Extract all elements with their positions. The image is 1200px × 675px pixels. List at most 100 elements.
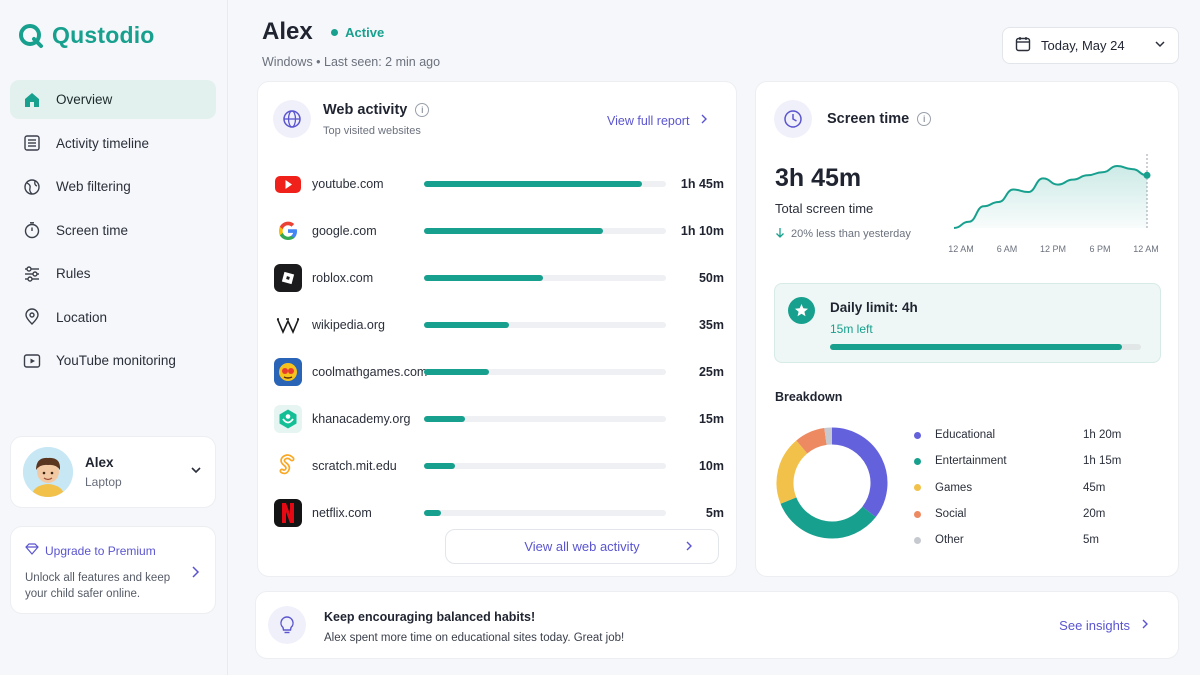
- list-item[interactable]: youtube.com 1h 45m: [274, 160, 724, 207]
- site-time: 25m: [698, 364, 724, 379]
- site-time: 5m: [705, 505, 724, 520]
- total-screen-time-label: Total screen time: [775, 201, 874, 216]
- upgrade-premium-card[interactable]: Upgrade to Premium Unlock all features a…: [10, 526, 216, 614]
- site-name: coolmathgames.com: [312, 364, 428, 379]
- sidebar-item-youtube-monitoring[interactable]: YouTube monitoring: [10, 341, 216, 380]
- sidebar: Qustodio Overview Activity timeline Web …: [0, 0, 228, 675]
- status-dot-icon: [331, 28, 339, 36]
- site-usage-bar: [424, 321, 666, 328]
- youtube-icon: [274, 170, 302, 198]
- view-full-report-link[interactable]: View full report: [607, 113, 709, 128]
- location-pin-icon: [22, 307, 42, 327]
- roblox-icon: [274, 263, 302, 292]
- daily-limit-title: Daily limit: 4h: [830, 300, 918, 315]
- list-item[interactable]: google.com 1h 10m: [274, 207, 724, 254]
- legend-swatch: [914, 484, 921, 492]
- screen-time-title: Screen time i: [827, 111, 932, 127]
- scratch-icon: [274, 452, 302, 480]
- clock-icon: [774, 100, 812, 138]
- legend-swatch: [914, 510, 921, 518]
- sidebar-item-rules[interactable]: Rules: [10, 254, 216, 293]
- site-usage-fill: [424, 415, 466, 422]
- wikipedia-icon: [274, 311, 302, 339]
- sidebar-item-label: Web filtering: [56, 179, 131, 194]
- legend-swatch: [914, 536, 921, 544]
- sidebar-item-activity-timeline[interactable]: Activity timeline: [10, 124, 216, 163]
- site-usage-fill: [424, 368, 490, 375]
- site-time: 50m: [698, 270, 724, 285]
- list-item[interactable]: khanacademy.org 15m: [274, 395, 724, 442]
- area-fill: [954, 166, 1147, 228]
- sidebar-item-label: Location: [56, 309, 108, 325]
- site-name: roblox.com: [312, 270, 374, 285]
- donut-slice-entertainment: [780, 497, 876, 539]
- legend-label: Social: [935, 508, 967, 521]
- info-icon[interactable]: i: [917, 112, 932, 126]
- legend-value: 45m: [1083, 481, 1106, 494]
- legend-item: Entertainment 1h 15m: [914, 448, 1144, 474]
- site-usage-fill: [424, 462, 456, 469]
- legend-label: Educational: [935, 429, 996, 442]
- calendar-icon: [1015, 36, 1031, 55]
- screen-time-title-text: Screen time: [827, 111, 910, 127]
- diamond-icon: [25, 543, 39, 558]
- daily-limit-remaining: 15m left: [830, 322, 873, 336]
- legend-item: Other 5m: [914, 527, 1144, 553]
- site-time: 15m: [698, 411, 724, 426]
- site-usage-bar: [424, 462, 666, 469]
- x-tick-label: 6 PM: [1089, 244, 1110, 254]
- view-full-report-label: View full report: [607, 113, 690, 128]
- list-item[interactable]: scratch.mit.edu 10m: [274, 442, 724, 489]
- legend-item: Games 45m: [914, 475, 1144, 501]
- breakdown-donut-chart: [776, 427, 888, 539]
- logo[interactable]: Qustodio: [18, 22, 155, 49]
- info-icon[interactable]: i: [415, 103, 430, 117]
- list-item[interactable]: wikipedia.org 35m: [274, 301, 724, 348]
- site-usage-bar: [424, 274, 666, 281]
- x-tick-label: 12 AM: [948, 244, 974, 254]
- site-name: youtube.com: [312, 176, 384, 191]
- chevron-down-icon: [1154, 38, 1166, 53]
- site-usage-fill: [424, 227, 604, 234]
- x-tick-label: 12 PM: [1040, 244, 1066, 254]
- sliders-icon: [22, 264, 42, 284]
- page-title: Alex: [262, 18, 313, 45]
- site-name: netflix.com: [312, 505, 372, 520]
- site-usage-fill: [424, 509, 441, 516]
- view-all-web-activity-button[interactable]: View all web activity: [445, 529, 719, 564]
- tip-text: Alex spent more time on educational site…: [324, 632, 625, 644]
- comparison-text: 20% less than yesterday: [775, 227, 911, 241]
- stopwatch-icon: [22, 220, 42, 240]
- upgrade-premium-text: Unlock all features and keep your child …: [25, 572, 171, 600]
- upgrade-premium-link[interactable]: Upgrade to Premium: [45, 544, 156, 558]
- page-header: Alex Active Windows • Last seen: 2 min a…: [262, 18, 440, 69]
- star-badge-icon: [788, 297, 815, 324]
- donut-slice-social: [796, 428, 828, 454]
- qustodio-logo-icon: [19, 23, 43, 48]
- sidebar-item-overview[interactable]: Overview: [10, 80, 216, 119]
- list-item[interactable]: roblox.com 50m: [274, 254, 724, 301]
- legend-label: Games: [935, 481, 973, 494]
- sidebar-item-screen-time[interactable]: Screen time: [10, 211, 216, 250]
- legend-label: Entertainment: [935, 455, 1007, 468]
- site-name: wikipedia.org: [312, 317, 385, 332]
- coolmathgames-icon: [274, 357, 302, 386]
- see-insights-link[interactable]: See insights: [1059, 618, 1150, 633]
- sidebar-item-location[interactable]: Location: [10, 298, 216, 337]
- site-usage-bar: [424, 368, 666, 375]
- view-all-web-activity-label: View all web activity: [524, 539, 640, 554]
- logo-text: Qustodio: [52, 22, 155, 48]
- top-sites-list: youtube.com 1h 45m google.com 1h 10m rob…: [274, 160, 724, 536]
- date-picker[interactable]: Today, May 24: [1002, 27, 1179, 64]
- sidebar-item-label: Overview: [56, 92, 113, 107]
- chevron-down-icon[interactable]: [189, 463, 203, 482]
- list-item[interactable]: coolmathgames.com 25m: [274, 348, 724, 395]
- legend-value: 20m: [1083, 508, 1106, 521]
- sidebar-item-web-filtering[interactable]: Web filtering: [10, 167, 216, 206]
- list-icon: [22, 133, 42, 153]
- site-usage-bar: [424, 180, 666, 187]
- chevron-right-icon[interactable]: [189, 565, 201, 584]
- netflix-icon: [274, 498, 302, 527]
- legend-item: Educational 1h 20m: [914, 422, 1144, 448]
- child-selector[interactable]: Alex Laptop: [10, 436, 216, 508]
